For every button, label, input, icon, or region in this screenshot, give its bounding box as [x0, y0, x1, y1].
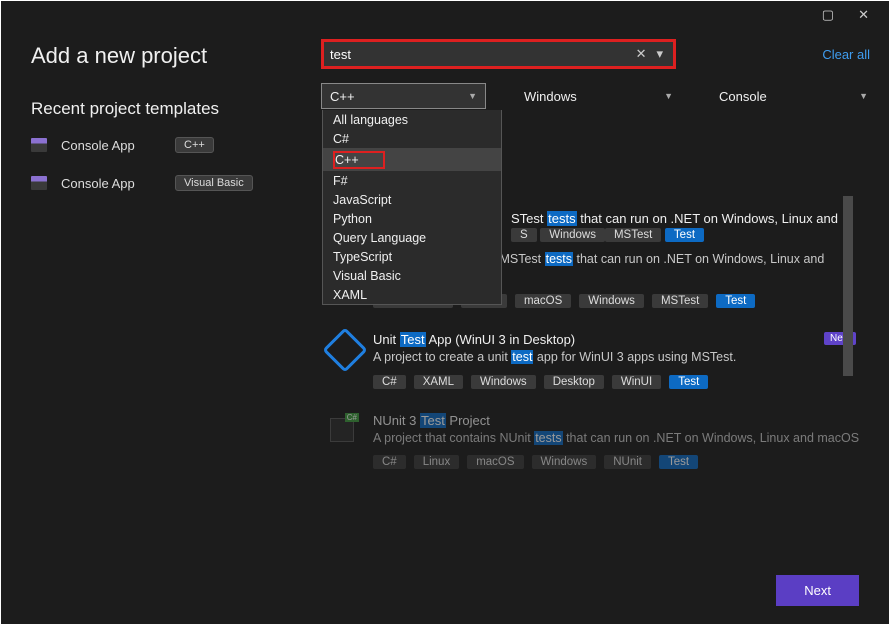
chevron-down-icon: ▼: [468, 91, 477, 101]
language-option[interactable]: Query Language: [323, 228, 501, 247]
recent-item-label: Console App: [61, 176, 161, 191]
template-desc: A project that contains NUnit tests that…: [373, 430, 860, 448]
tag: Test: [669, 375, 708, 389]
template-tags: C# XAML Windows Desktop WinUI Test: [373, 375, 860, 389]
template-desc: A project to create a unit test app for …: [373, 349, 860, 367]
recent-heading: Recent project templates: [31, 99, 321, 119]
language-option[interactable]: JavaScript: [323, 190, 501, 209]
nunit-icon: [327, 415, 359, 445]
tag: Windows: [532, 455, 597, 469]
language-option[interactable]: TypeScript: [323, 247, 501, 266]
language-dropdown: All languagesC#C++F#JavaScriptPythonQuer…: [322, 110, 502, 305]
close-icon[interactable]: ✕: [858, 7, 869, 23]
tag: Windows: [540, 228, 605, 242]
clear-all-link[interactable]: Clear all: [822, 47, 876, 62]
template-tags: C# Linux macOS Windows NUnit Test: [373, 455, 860, 469]
recent-list: Console App C++ Console App Visual Basic: [31, 137, 321, 191]
recent-item[interactable]: Console App C++: [31, 137, 321, 153]
tag: MSTest: [652, 294, 708, 308]
template-tags: S WindowsMSTest Test: [511, 226, 866, 241]
language-option[interactable]: Visual Basic: [323, 266, 501, 285]
tag: Windows: [579, 294, 644, 308]
recent-item-label: Console App: [61, 138, 161, 153]
search-caret-icon[interactable]: ▾: [652, 46, 667, 62]
search-input[interactable]: [330, 47, 630, 62]
language-combo[interactable]: C++ ▼ All languagesC#C++F#JavaScriptPyth…: [321, 83, 486, 109]
tag: C#: [373, 375, 406, 389]
tag: Linux: [414, 455, 460, 469]
recent-item[interactable]: Console App Visual Basic: [31, 175, 321, 191]
maximize-icon[interactable]: ▢: [822, 7, 834, 23]
tag: MSTest: [605, 228, 661, 242]
tag: NUnit: [604, 455, 651, 469]
language-option[interactable]: Python: [323, 209, 501, 228]
tag: macOS: [467, 455, 523, 469]
search-input-wrap[interactable]: ✕ ▾: [321, 39, 676, 69]
template-item[interactable]: New Unit Test App (WinUI 3 in Desktop) A…: [321, 322, 866, 403]
project-icon: [31, 138, 47, 152]
scroll-thumb[interactable]: [843, 196, 853, 376]
language-combo-label: C++: [330, 89, 355, 104]
tag: Test: [716, 294, 755, 308]
clear-search-icon[interactable]: ✕: [630, 46, 653, 62]
language-option[interactable]: XAML: [323, 285, 501, 304]
project-type-combo-label: Console: [719, 89, 767, 104]
recent-item-tag: C++: [175, 137, 214, 153]
tag: Desktop: [544, 375, 604, 389]
tag: Windows: [471, 375, 536, 389]
language-option[interactable]: F#: [323, 171, 501, 190]
winui-icon: [327, 334, 359, 364]
platform-combo[interactable]: Windows ▼: [516, 83, 681, 109]
tag: Test: [659, 455, 698, 469]
scrollbar[interactable]: [843, 196, 853, 566]
template-item[interactable]: STest tests that can run on .NET on Wind…: [511, 131, 866, 241]
template-item[interactable]: NUnit 3 Test Project A project that cont…: [321, 403, 866, 484]
chevron-down-icon: ▼: [664, 91, 673, 101]
next-button[interactable]: Next: [776, 575, 859, 606]
language-option[interactable]: All languages: [323, 110, 501, 129]
chevron-down-icon: ▼: [859, 91, 868, 101]
tag: WinUI: [612, 375, 661, 389]
tag: macOS: [515, 294, 571, 308]
language-option[interactable]: C#: [323, 129, 501, 148]
language-option[interactable]: C++: [323, 148, 501, 171]
project-type-combo[interactable]: Console ▼: [711, 83, 876, 109]
platform-combo-label: Windows: [524, 89, 577, 104]
template-desc: STest tests that can run on .NET on Wind…: [511, 211, 866, 226]
tag: XAML: [414, 375, 463, 389]
tag: S: [511, 228, 537, 242]
title-bar: ▢ ✕: [1, 1, 889, 29]
tag: C#: [373, 455, 406, 469]
project-icon: [31, 176, 47, 190]
tag: Test: [665, 228, 704, 242]
recent-item-tag: Visual Basic: [175, 175, 253, 191]
page-title: Add a new project: [31, 43, 321, 69]
template-title: Unit Test App (WinUI 3 in Desktop): [373, 332, 860, 347]
template-title: NUnit 3 Test Project: [373, 413, 860, 428]
